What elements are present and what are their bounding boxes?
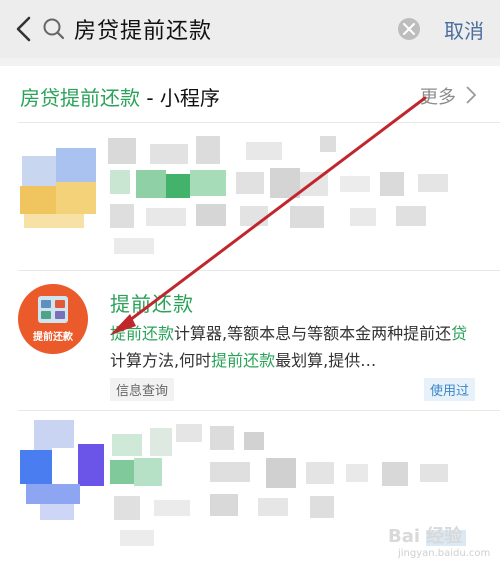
watermark-sub: jingyan.baidu.com bbox=[398, 548, 491, 559]
desc-highlight-3: 提前还款 bbox=[211, 351, 276, 370]
watermark: Bai 经验 jingyan.baidu.com bbox=[388, 522, 490, 559]
back-icon[interactable] bbox=[12, 15, 38, 43]
search-header: 房贷提前还款 取消 bbox=[0, 0, 500, 58]
clear-icon[interactable] bbox=[398, 18, 420, 40]
app-icon[interactable]: 提前还款 bbox=[18, 284, 88, 354]
section-title-highlight: 房贷提前还款 bbox=[20, 86, 140, 110]
app-icon-label: 提前还款 bbox=[33, 332, 73, 343]
section-title-suffix: - 小程序 bbox=[140, 86, 220, 110]
result-divider-2 bbox=[18, 410, 500, 411]
more-link[interactable]: 更多 bbox=[420, 83, 456, 109]
search-icon bbox=[42, 17, 66, 41]
desc-highlight-2: 贷 bbox=[451, 324, 468, 343]
results-panel: 房贷提前还款 - 小程序 更多 提前还款 提前还款 提前还款计算器,等额本息与等… bbox=[0, 66, 500, 570]
result-title[interactable]: 提前还款 bbox=[110, 288, 194, 317]
chevron-right-icon[interactable] bbox=[466, 86, 477, 108]
used-badge: 使用过 bbox=[424, 378, 476, 401]
result-divider-1 bbox=[18, 270, 500, 271]
search-input[interactable]: 房贷提前还款 bbox=[74, 13, 212, 45]
watermark-brand: Bai 经验 bbox=[388, 526, 463, 547]
section-divider bbox=[18, 122, 500, 123]
result-description: 提前还款计算器,等额本息与等额本金两种提前还贷计算方法,何时提前还款最划算,提供… bbox=[110, 320, 482, 374]
calculator-icon bbox=[38, 296, 68, 323]
desc-text-2: 计算方法,何时 bbox=[110, 351, 212, 370]
desc-text-3: 最划算,提供… bbox=[275, 351, 377, 370]
desc-text-1: 计算器,等额本息与等额本金两种提前还 bbox=[174, 324, 452, 343]
blurred-result-1 bbox=[0, 126, 500, 276]
category-tag: 信息查询 bbox=[110, 378, 175, 401]
section-title: 房贷提前还款 - 小程序 bbox=[20, 82, 220, 111]
desc-highlight-1: 提前还款 bbox=[110, 324, 175, 343]
cancel-button[interactable]: 取消 bbox=[444, 15, 484, 44]
